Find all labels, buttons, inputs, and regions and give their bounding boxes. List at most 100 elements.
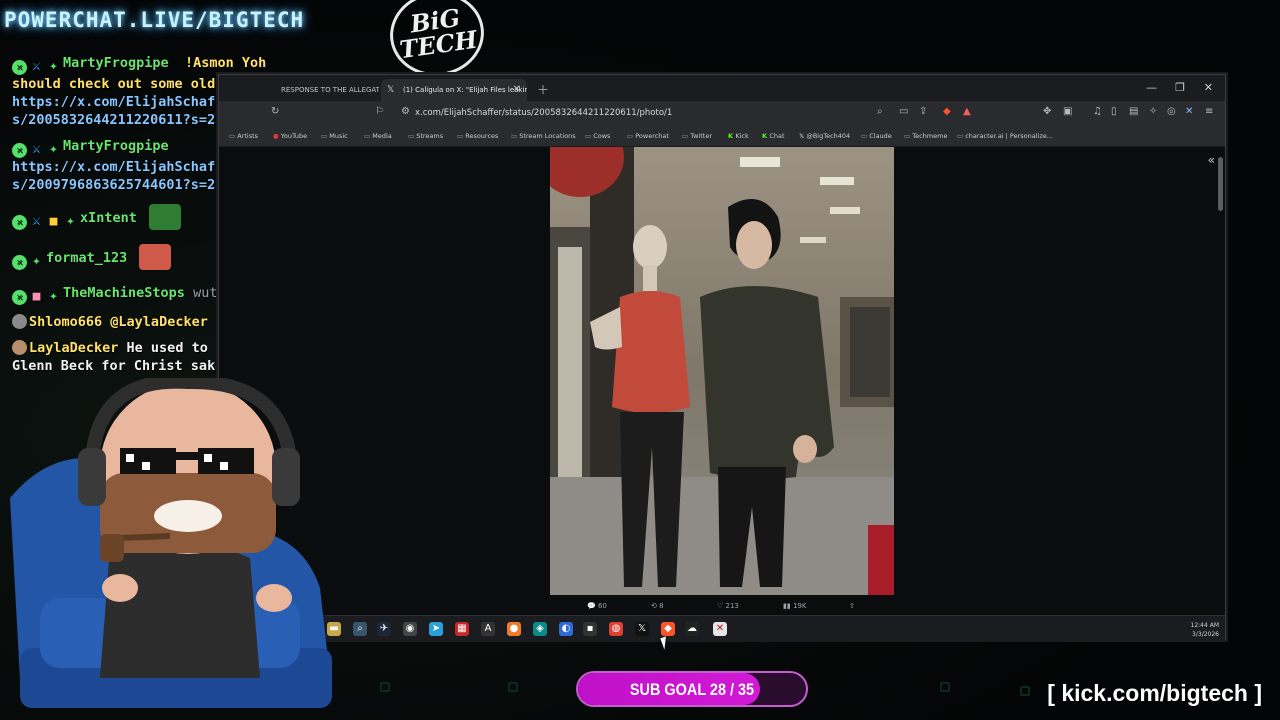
streamer-avatar	[10, 378, 332, 708]
terminal-icon[interactable]: ▪	[583, 622, 597, 636]
chrome-icon[interactable]: ◍	[609, 622, 623, 636]
user-avatar-icon	[12, 340, 27, 355]
url-field[interactable]: x.com/ElijahSchaffer/status/200583264421…	[415, 108, 672, 118]
user-avatar-icon	[12, 314, 27, 329]
system-clock: 12:44 AM 3/3/2026	[1191, 621, 1219, 639]
scrollbar[interactable]	[1218, 157, 1223, 211]
bookmark-claude[interactable]: Claude	[861, 132, 892, 140]
tab-label: (1) Caligula on X: "Elijah Files leaking…	[403, 86, 527, 94]
bookmark-artists[interactable]: Artists	[229, 132, 258, 140]
sidebar-icon[interactable]: ▯	[1111, 106, 1117, 117]
teal-app-icon[interactable]: ◈	[533, 622, 547, 636]
bookmark-youtube[interactable]: YouTube	[273, 132, 307, 140]
moderator-badge-icon: ✕	[12, 215, 27, 230]
browser-window: RESPONSE TO THE ALLEGATIONS 𝕏 (1) Caligu…	[218, 74, 1226, 641]
clock-time: 12:44 AM	[1190, 622, 1219, 629]
reload-icon[interactable]: ↻	[271, 106, 279, 117]
bookmark-resources[interactable]: Resources	[457, 132, 498, 140]
moderator-badge-icon: ✕	[12, 143, 27, 158]
tab-bar: RESPONSE TO THE ALLEGATIONS 𝕏 (1) Caligu…	[219, 75, 1225, 101]
reply-count[interactable]: 💬 60	[587, 602, 607, 610]
bookmark-bigtech404[interactable]: @BigTech404	[799, 132, 850, 140]
search-app-icon[interactable]: ⌕	[353, 622, 367, 636]
share-post-icon[interactable]: ⇧	[849, 602, 855, 610]
collapse-sidebar-icon[interactable]: «	[1208, 153, 1215, 167]
extension-x-icon[interactable]: ✕	[1185, 106, 1193, 117]
chat-username: LaylaDecker	[29, 340, 119, 356]
face-emote-icon	[139, 244, 172, 270]
tab-caligula-post[interactable]: 𝕏 (1) Caligula on X: "Elijah Files leaki…	[381, 79, 527, 101]
bookmark-kick[interactable]: Kick	[728, 132, 748, 140]
zoom-icon[interactable]: ⌕	[877, 106, 883, 117]
calendar-app-icon[interactable]: ▦	[455, 622, 469, 636]
bookmark-streams[interactable]: Streams	[408, 132, 443, 140]
menu-icon[interactable]: ≡	[1205, 106, 1213, 117]
bookmark-icon[interactable]: ⚐	[375, 106, 384, 117]
vpn-icon[interactable]: ◎	[1167, 106, 1176, 117]
tab-label: RESPONSE TO THE ALLEGATIONS	[281, 86, 379, 94]
repost-count-value: 8	[659, 602, 664, 610]
photo-illustration	[550, 147, 894, 595]
edge-icon[interactable]: ◐	[559, 622, 573, 636]
ai-app-icon[interactable]: A	[481, 622, 495, 636]
bookmark-techmeme[interactable]: Techmeme	[904, 132, 947, 140]
bookmark-character-ai[interactable]: character.ai | Personalize...	[957, 132, 1053, 140]
bookmark-stream-locations[interactable]: Stream Locations	[511, 132, 575, 140]
taskbar: ▬ ⌕ ✈ ◉ ➤ ▦ A ● ◈ ◐ ▪ ◍ 𝕏 ◆ ☁ ✕ 12:44 AM…	[219, 615, 1225, 641]
maximize-icon[interactable]: ❐	[1175, 81, 1185, 94]
moderator-badge-icon: ✕	[12, 290, 27, 305]
bookmark-cows[interactable]: Cows	[585, 132, 610, 140]
sub-goal-label: SUB GOAL 28 / 35	[629, 680, 755, 699]
extensions-icon[interactable]: ✥	[1043, 106, 1051, 117]
gift-badge-icon: ■	[32, 289, 41, 304]
music-icon[interactable]: ♫	[1093, 106, 1102, 117]
brave-rewards-icon[interactable]: ▲	[963, 106, 971, 117]
bookmark-media[interactable]: Media	[364, 132, 392, 140]
bookmark-powerchat[interactable]: Powerchat	[627, 132, 669, 140]
obs-icon[interactable]: ◉	[403, 622, 417, 636]
x-app-icon[interactable]: 𝕏	[635, 622, 649, 636]
bookmark-chat[interactable]: Chat	[762, 132, 784, 140]
deco-square	[508, 682, 518, 692]
sub-goal-bar: SUB GOAL 28 / 35	[576, 671, 808, 707]
bookmark-music[interactable]: Music	[321, 132, 348, 140]
chat-username: format_123	[46, 250, 128, 266]
minimize-icon[interactable]: —	[1146, 81, 1157, 94]
page-content: « 💬 60 ⟲ 8 ♡ 213 ▮▮ 19K ⇧	[219, 147, 1225, 615]
post-photo[interactable]	[550, 147, 894, 595]
gem-badge-icon: ✦	[49, 288, 58, 304]
brave-shield-icon[interactable]: ◆	[943, 106, 951, 117]
steam-icon[interactable]: ✈	[377, 622, 391, 636]
close-window-icon[interactable]: ✕	[1204, 81, 1213, 94]
chat-username: TheMachineStops	[63, 285, 185, 301]
x-logo-icon: 𝕏	[387, 85, 395, 95]
site-settings-icon[interactable]: ⚙	[401, 106, 410, 117]
moderator-badge-icon: ✕	[12, 255, 27, 270]
cast-icon[interactable]: ▭	[899, 106, 908, 117]
pepe-emote-icon	[149, 204, 182, 230]
active-app-icon[interactable]: ✕	[713, 622, 727, 636]
chat-username: MartyFrogpipe	[63, 55, 169, 71]
cloud-app-icon[interactable]: ☁	[685, 622, 699, 636]
bookmark-twitter[interactable]: Twitter	[682, 132, 712, 140]
share-icon[interactable]: ⇪	[919, 106, 927, 117]
like-count[interactable]: ♡ 213	[717, 602, 739, 610]
close-tab-icon[interactable]: ✕	[513, 84, 521, 95]
wallet-icon[interactable]: ▤	[1129, 106, 1138, 117]
gem-badge-icon: ✦	[49, 141, 58, 157]
repost-count[interactable]: ⟲ 8	[651, 602, 664, 610]
sword-badge-icon: ⚔	[32, 213, 41, 229]
view-count[interactable]: ▮▮ 19K	[783, 602, 806, 610]
brave-icon[interactable]: ◆	[661, 622, 675, 636]
gem-badge-icon: ✦	[49, 58, 58, 74]
firefox-icon[interactable]: ●	[507, 622, 521, 636]
chat-username: MartyFrogpipe	[63, 138, 169, 154]
leo-ai-icon[interactable]: ✧	[1149, 106, 1157, 117]
deco-square	[380, 682, 390, 692]
view-count-value: 19K	[792, 602, 807, 610]
chat-username: xIntent	[80, 210, 137, 226]
telegram-icon[interactable]: ➤	[429, 622, 443, 636]
tab-allegations[interactable]: RESPONSE TO THE ALLEGATIONS	[259, 79, 379, 101]
new-tab-icon[interactable]: ＋	[537, 81, 549, 98]
screenshot-icon[interactable]: ▣	[1063, 106, 1072, 117]
